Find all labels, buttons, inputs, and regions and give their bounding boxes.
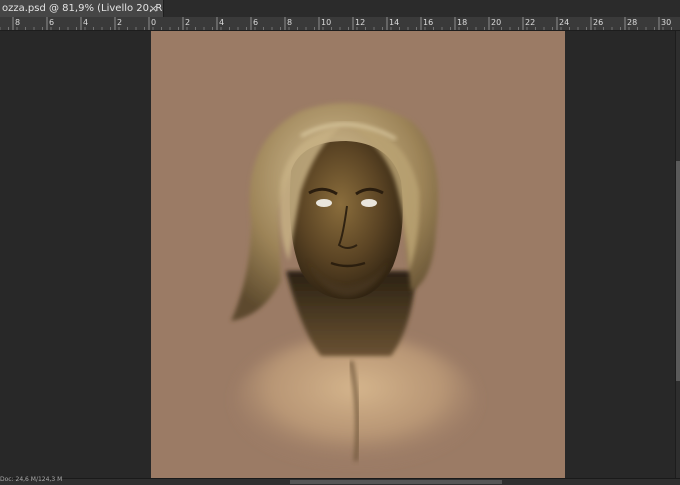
ruler-label: 12 xyxy=(355,18,365,27)
workspace-area[interactable] xyxy=(0,31,676,484)
ruler-label: 28 xyxy=(627,18,637,27)
ruler-label: 2 xyxy=(185,18,190,27)
ruler-label: 22 xyxy=(525,18,535,27)
ruler-label: 8 xyxy=(287,18,292,27)
ruler-label: 20 xyxy=(491,18,501,27)
document-tab-title: ozza.psd @ 81,9% (Livello 20, RGB/8) * xyxy=(2,3,163,14)
status-text: Doc: 24,6 M/124,3 M xyxy=(0,476,63,483)
ruler-label: 14 xyxy=(389,18,399,27)
ruler-label: 18 xyxy=(457,18,467,27)
ruler-label: 4 xyxy=(83,18,88,27)
ruler-ticks: 8 6 4 2 0 2 4 6 8 10 12 14 16 18 20 22 24 26 28 30 xyxy=(0,17,672,30)
ruler-label: 0 xyxy=(151,18,156,27)
ruler-label: 24 xyxy=(559,18,569,27)
ruler-label: 10 xyxy=(321,18,331,27)
ruler-label: 6 xyxy=(253,18,258,27)
horizontal-scroll-thumb[interactable] xyxy=(290,480,502,484)
document-canvas[interactable] xyxy=(151,31,565,478)
left-eye xyxy=(316,199,332,207)
document-tab[interactable]: ozza.psd @ 81,9% (Livello 20, RGB/8) * × xyxy=(0,0,164,17)
ruler-label: 6 xyxy=(49,18,54,27)
ruler-label: 16 xyxy=(423,18,433,27)
ruler-label: 30 xyxy=(661,18,671,27)
ruler-label: 4 xyxy=(219,18,224,27)
ruler-label: 2 xyxy=(117,18,122,27)
horizontal-ruler: 8 6 4 2 0 2 4 6 8 10 12 14 16 18 20 22 24 26 28 30 xyxy=(0,17,680,31)
vertical-scroll-thumb[interactable] xyxy=(676,161,680,381)
close-x-icon[interactable]: × xyxy=(149,0,158,17)
artwork-portrait xyxy=(231,103,476,466)
ruler-label: 26 xyxy=(593,18,603,27)
right-eye xyxy=(361,199,377,207)
vertical-scrollbar[interactable] xyxy=(675,31,680,484)
document-tab-bar: ozza.psd @ 81,9% (Livello 20, RGB/8) * × xyxy=(0,0,680,18)
ruler-label: 8 xyxy=(15,18,20,27)
